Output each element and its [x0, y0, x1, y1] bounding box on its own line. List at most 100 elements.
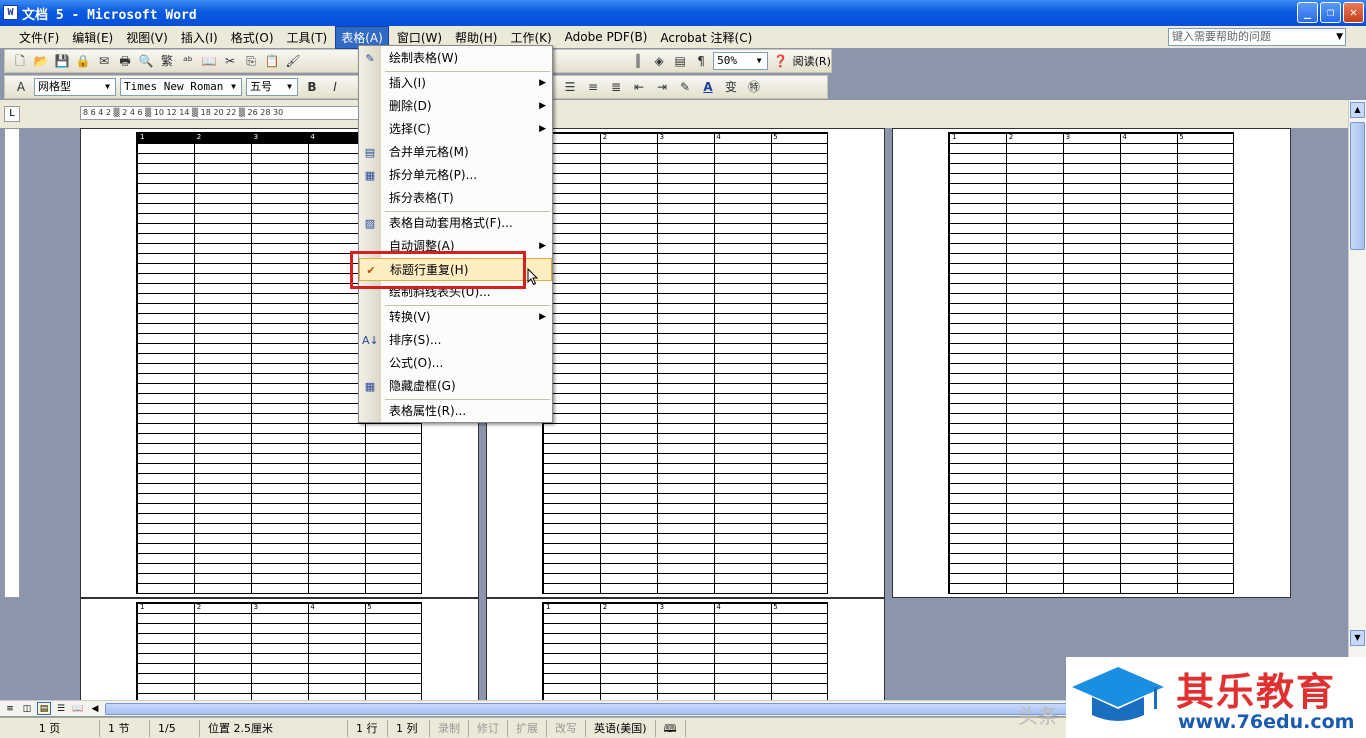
header-cell[interactable]: 3: [251, 603, 308, 613]
outline-view-icon[interactable]: ☰: [54, 702, 68, 715]
document-workspace[interactable]: 1 2 3 4 5 1 2 3 4 5 1 2 3 4: [22, 128, 1348, 700]
menu-item-formula[interactable]: 公式(O)...: [359, 352, 552, 375]
menu-adobe-pdf[interactable]: Adobe PDF(B): [560, 28, 653, 46]
menu-item-autoformat[interactable]: ▨ 表格自动套用格式(F)...: [359, 212, 552, 235]
bold-button[interactable]: B: [302, 78, 322, 96]
size-select[interactable]: 五号 ▼: [246, 78, 298, 96]
menu-item-hide-gridlines[interactable]: ▦ 隐藏虚框(G): [359, 375, 552, 398]
menu-tools[interactable]: 工具(T): [282, 27, 333, 48]
trad-chinese-button[interactable]: 繁: [158, 52, 176, 70]
table-4[interactable]: 1 2 3 4 5: [136, 602, 422, 700]
status-track[interactable]: 修订: [469, 719, 508, 737]
status-extend[interactable]: 扩展: [508, 719, 547, 737]
menu-item-merge-cells[interactable]: ▤ 合并单元格(M): [359, 141, 552, 164]
menu-item-insert[interactable]: 插入(I) ▶: [359, 72, 552, 95]
format-painter-icon[interactable]: 🖌: [284, 52, 302, 70]
open-folder-icon[interactable]: 📂: [32, 52, 50, 70]
scroll-left-icon[interactable]: ◀: [88, 702, 102, 715]
vertical-scrollbar[interactable]: ▲ ▼: [1348, 100, 1366, 700]
vertical-ruler[interactable]: [4, 128, 20, 598]
header-cell[interactable]: 2: [194, 133, 251, 143]
font-select[interactable]: Times New Roman ▼: [120, 78, 242, 96]
menu-item-select[interactable]: 选择(C) ▶: [359, 118, 552, 141]
chevron-down-icon[interactable]: ▼: [227, 80, 240, 94]
header-cell[interactable]: 2: [194, 603, 251, 613]
header-cell[interactable]: 4: [307, 133, 364, 143]
minimize-button[interactable]: _: [1297, 2, 1318, 23]
spelling-icon[interactable]: ᵃᵇ: [179, 52, 197, 70]
save-icon[interactable]: 💾: [53, 52, 71, 70]
new-document-icon[interactable]: 🗋: [11, 52, 29, 70]
highlight-icon[interactable]: ✎: [675, 78, 695, 96]
header-cell[interactable]: 3: [251, 133, 308, 143]
header-cell[interactable]: 3: [1063, 133, 1120, 143]
doc-map-icon[interactable]: ▤: [671, 52, 689, 70]
read-button[interactable]: 阅读(R): [793, 53, 831, 69]
zoom-select[interactable]: 50% ▼: [713, 52, 768, 70]
menu-insert[interactable]: 插入(I): [176, 27, 223, 48]
menu-format[interactable]: 格式(O): [226, 27, 279, 48]
help-search-input[interactable]: 键入需要帮助的问题 ▼: [1168, 28, 1346, 46]
italic-button[interactable]: I: [325, 78, 345, 96]
menu-item-table-properties[interactable]: 表格属性(R)...: [359, 400, 552, 423]
restore-button[interactable]: ❐: [1320, 2, 1341, 23]
header-cell[interactable]: 1: [137, 133, 194, 143]
menu-edit[interactable]: 编辑(E): [67, 27, 118, 48]
status-overtype[interactable]: 改写: [547, 719, 586, 737]
enclose-char-icon[interactable]: ㊕: [744, 78, 764, 96]
phonetic-guide-icon[interactable]: 变: [721, 78, 741, 96]
table-header-row[interactable]: 1 2 3 4 5: [949, 133, 1233, 143]
tab-selector[interactable]: L: [4, 106, 20, 122]
scroll-thumb[interactable]: [1350, 122, 1365, 250]
header-cell[interactable]: 5: [770, 133, 827, 143]
cut-icon[interactable]: ✂: [221, 52, 239, 70]
header-cell[interactable]: 1: [137, 603, 194, 613]
permission-icon[interactable]: 🔒: [74, 52, 92, 70]
header-cell[interactable]: 4: [307, 603, 364, 613]
table-5[interactable]: 1 2 3 4 5: [542, 602, 828, 700]
header-cell[interactable]: 4: [713, 603, 770, 613]
menu-item-split-cells[interactable]: ▦ 拆分单元格(P)...: [359, 164, 552, 187]
header-cell[interactable]: 1: [543, 603, 600, 613]
columns-icon[interactable]: ║: [629, 52, 647, 70]
increase-indent-icon[interactable]: ⇥: [652, 78, 672, 96]
chevron-down-icon[interactable]: ▼: [283, 80, 296, 94]
reading-view-icon[interactable]: 📖: [71, 702, 85, 715]
table-header-row[interactable]: 1 2 3 4 5: [543, 133, 827, 143]
header-cell[interactable]: 4: [713, 133, 770, 143]
print-icon[interactable]: 🖶: [116, 52, 134, 70]
header-cell[interactable]: 5: [1176, 133, 1233, 143]
menu-view[interactable]: 视图(V): [121, 27, 173, 48]
style-select[interactable]: 网格型 ▼: [34, 78, 116, 96]
line-spacing-icon[interactable]: ☰: [560, 78, 580, 96]
header-cell[interactable]: 3: [657, 603, 714, 613]
header-cell[interactable]: 2: [600, 133, 657, 143]
page-5[interactable]: 1 2 3 4 5: [486, 598, 885, 700]
status-record[interactable]: 录制: [430, 719, 469, 737]
scroll-down-icon[interactable]: ▼: [1350, 630, 1365, 646]
menu-file[interactable]: 文件(F): [14, 27, 64, 48]
research-icon[interactable]: 📖: [200, 52, 218, 70]
normal-view-icon[interactable]: ≡: [3, 702, 17, 715]
bullets-icon[interactable]: ≣: [606, 78, 626, 96]
close-button[interactable]: ✕: [1343, 2, 1364, 23]
web-view-icon[interactable]: ◫: [20, 702, 34, 715]
ruler-scale[interactable]: 8 6 4 2 ▒ 2 4 6 ▒ 10 12 14 ▒ 18 20 22 ▒ …: [80, 106, 360, 120]
chevron-down-icon[interactable]: ▼: [1336, 29, 1343, 45]
styles-icon[interactable]: A: [11, 78, 31, 96]
header-cell[interactable]: 2: [600, 603, 657, 613]
table-3[interactable]: 1 2 3 4 5: [948, 132, 1234, 594]
page-4[interactable]: 1 2 3 4 5: [80, 598, 479, 700]
table-2[interactable]: 1 2 3 4 5: [542, 132, 828, 594]
header-cell[interactable]: 5: [364, 603, 421, 613]
menu-item-split-table[interactable]: 拆分表格(T): [359, 187, 552, 210]
spelling-status-icon[interactable]: 🕮: [656, 719, 686, 737]
header-cell[interactable]: 1: [949, 133, 1006, 143]
header-cell[interactable]: 2: [1006, 133, 1063, 143]
chevron-down-icon[interactable]: ▼: [101, 80, 114, 94]
numbering-icon[interactable]: ≡: [583, 78, 603, 96]
menu-item-convert[interactable]: 转换(V) ▶: [359, 306, 552, 329]
scroll-up-icon[interactable]: ▲: [1350, 102, 1365, 118]
word-app-icon[interactable]: W: [3, 5, 18, 20]
menu-item-delete[interactable]: 删除(D) ▶: [359, 95, 552, 118]
